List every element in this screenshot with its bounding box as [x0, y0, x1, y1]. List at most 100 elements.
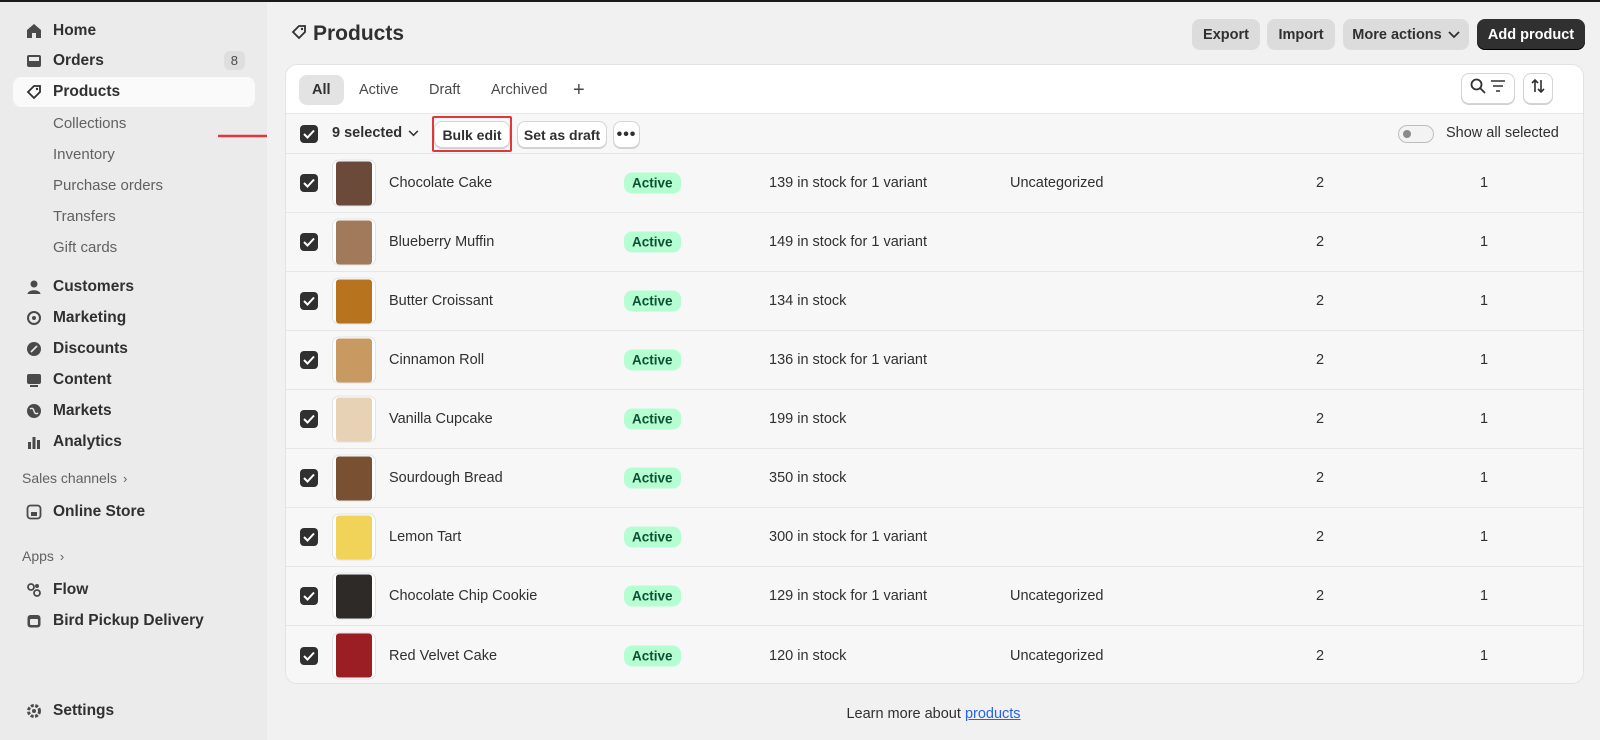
table-row[interactable]: Sourdough Bread Active 350 in stock 2 1: [286, 449, 1583, 508]
store-icon: [24, 502, 44, 522]
row-checkbox[interactable]: [300, 469, 318, 487]
sidebar-subitem-gift-cards[interactable]: Gift cards: [53, 239, 117, 256]
product-thumbnail: [332, 572, 376, 620]
sidebar-item-customers[interactable]: Customers: [13, 272, 255, 302]
row-checkbox[interactable]: [300, 174, 318, 192]
select-all-checkbox[interactable]: [300, 125, 318, 143]
sidebar-subitem-collections[interactable]: Collections: [53, 115, 126, 132]
sidebar-item-bird-pickup[interactable]: Bird Pickup Delivery: [13, 606, 255, 636]
inventory-text: 134 in stock: [769, 293, 847, 309]
sidebar-item-analytics[interactable]: Analytics: [13, 427, 255, 457]
sidebar-item-label: Content: [53, 371, 112, 388]
product-name[interactable]: Red Velvet Cake: [389, 648, 497, 664]
sidebar-item-label: Markets: [53, 402, 112, 419]
tab-draft[interactable]: Draft: [416, 75, 473, 105]
add-view-button[interactable]: +: [560, 75, 598, 105]
row-checkbox[interactable]: [300, 646, 318, 665]
sidebar-item-settings[interactable]: Settings: [13, 696, 255, 726]
selected-count-dropdown[interactable]: 9 selected: [332, 125, 419, 141]
sidebar-subitem-inventory[interactable]: Inventory: [53, 146, 115, 163]
row-checkbox[interactable]: [300, 351, 318, 369]
globe-icon: [24, 401, 44, 421]
home-icon: [24, 21, 44, 41]
product-thumbnail: [332, 336, 376, 384]
export-button[interactable]: Export: [1192, 19, 1260, 50]
checkmark-icon: [303, 532, 315, 542]
table-row[interactable]: Blueberry Muffin Active 149 in stock for…: [286, 213, 1583, 272]
sales-channels-header[interactable]: Sales channels ›: [22, 470, 127, 486]
sidebar-item-online-store[interactable]: Online Store: [13, 497, 255, 527]
sidebar-item-products[interactable]: Products: [13, 77, 255, 107]
import-button[interactable]: Import: [1267, 19, 1335, 50]
row-checkbox[interactable]: [300, 292, 318, 310]
table-row[interactable]: Butter Croissant Active 134 in stock 2 1: [286, 272, 1583, 331]
table-row[interactable]: Chocolate Cake Active 139 in stock for 1…: [286, 154, 1583, 213]
sidebar-subitem-transfers[interactable]: Transfers: [53, 208, 116, 225]
product-name[interactable]: Chocolate Cake: [389, 175, 492, 191]
table-row[interactable]: Chocolate Chip Cookie Active 129 in stoc…: [286, 567, 1583, 626]
product-image: [336, 161, 372, 205]
product-name[interactable]: Vanilla Cupcake: [389, 411, 493, 427]
row-checkbox[interactable]: [300, 587, 318, 605]
sidebar-item-flow[interactable]: Flow: [13, 575, 255, 605]
products-help-link[interactable]: products: [965, 706, 1021, 722]
sidebar-item-markets[interactable]: Markets: [13, 396, 255, 426]
sidebar-item-label: Discounts: [53, 340, 128, 357]
sidebar-item-content[interactable]: Content: [13, 365, 255, 395]
sales-channels-count: 2: [1315, 411, 1325, 427]
main-content: Products Export Import More actions Add …: [267, 2, 1600, 740]
more-actions-button[interactable]: More actions: [1343, 19, 1469, 50]
product-image: [336, 574, 372, 618]
product-name[interactable]: Chocolate Chip Cookie: [389, 588, 537, 604]
apps-header[interactable]: Apps ›: [22, 548, 64, 564]
sidebar-item-marketing[interactable]: Marketing: [13, 303, 255, 333]
row-checkbox[interactable]: [300, 410, 318, 428]
markets-count: 1: [1479, 588, 1489, 604]
sales-channels-count: 2: [1315, 470, 1325, 486]
markets-count: 1: [1479, 647, 1489, 664]
markets-count: 1: [1479, 411, 1489, 427]
table-row[interactable]: Cinnamon Roll Active 136 in stock for 1 …: [286, 331, 1583, 390]
row-checkbox[interactable]: [300, 528, 318, 546]
tab-active[interactable]: Active: [346, 75, 412, 105]
table-row[interactable]: Red Velvet Cake Active 120 in stock Unca…: [286, 626, 1583, 683]
bulk-edit-highlight: [432, 116, 512, 152]
product-name[interactable]: Sourdough Bread: [389, 470, 503, 486]
markets-count: 1: [1479, 175, 1489, 191]
product-name[interactable]: Lemon Tart: [389, 529, 461, 545]
product-name[interactable]: Butter Croissant: [389, 293, 493, 309]
sidebar-item-label: Bird Pickup Delivery: [53, 612, 204, 629]
sort-button[interactable]: [1523, 73, 1553, 104]
chevron-right-icon: ›: [122, 470, 128, 486]
status-badge: Active: [624, 349, 681, 371]
row-checkbox[interactable]: [300, 233, 318, 251]
sidebar-item-orders[interactable]: Orders 8: [13, 46, 255, 76]
show-all-selected-toggle[interactable]: [1398, 125, 1434, 143]
sidebar-subitem-purchase-orders[interactable]: Purchase orders: [53, 177, 163, 194]
bar-chart-icon: [24, 432, 44, 452]
sidebar-item-label: Flow: [53, 581, 89, 598]
sidebar-item-label: Marketing: [53, 309, 127, 326]
product-name[interactable]: Blueberry Muffin: [389, 234, 494, 250]
more-bulk-actions-button[interactable]: •••: [613, 121, 640, 148]
table-row[interactable]: Lemon Tart Active 300 in stock for 1 var…: [286, 508, 1583, 567]
gear-icon: [24, 701, 44, 721]
add-product-button[interactable]: Add product: [1477, 19, 1585, 50]
tag-icon: [291, 22, 307, 46]
set-as-draft-button[interactable]: Set as draft: [517, 121, 607, 148]
export-label: Export: [1203, 26, 1249, 43]
tab-all[interactable]: All: [299, 75, 344, 105]
set-as-draft-label: Set as draft: [523, 126, 601, 143]
product-thumbnail: [332, 277, 376, 325]
orders-count-badge: 8: [223, 51, 245, 70]
tab-archived[interactable]: Archived: [478, 75, 560, 105]
checkmark-icon: [303, 296, 315, 306]
calendar-icon: [24, 611, 44, 631]
sidebar-item-home[interactable]: Home: [13, 16, 255, 46]
product-name[interactable]: Cinnamon Roll: [389, 352, 484, 368]
checkmark-icon: [303, 651, 315, 661]
search-filter-button[interactable]: [1461, 73, 1515, 104]
plus-icon: +: [573, 78, 585, 101]
table-row[interactable]: Vanilla Cupcake Active 199 in stock 2 1: [286, 390, 1583, 449]
sidebar-item-discounts[interactable]: Discounts: [13, 334, 255, 364]
